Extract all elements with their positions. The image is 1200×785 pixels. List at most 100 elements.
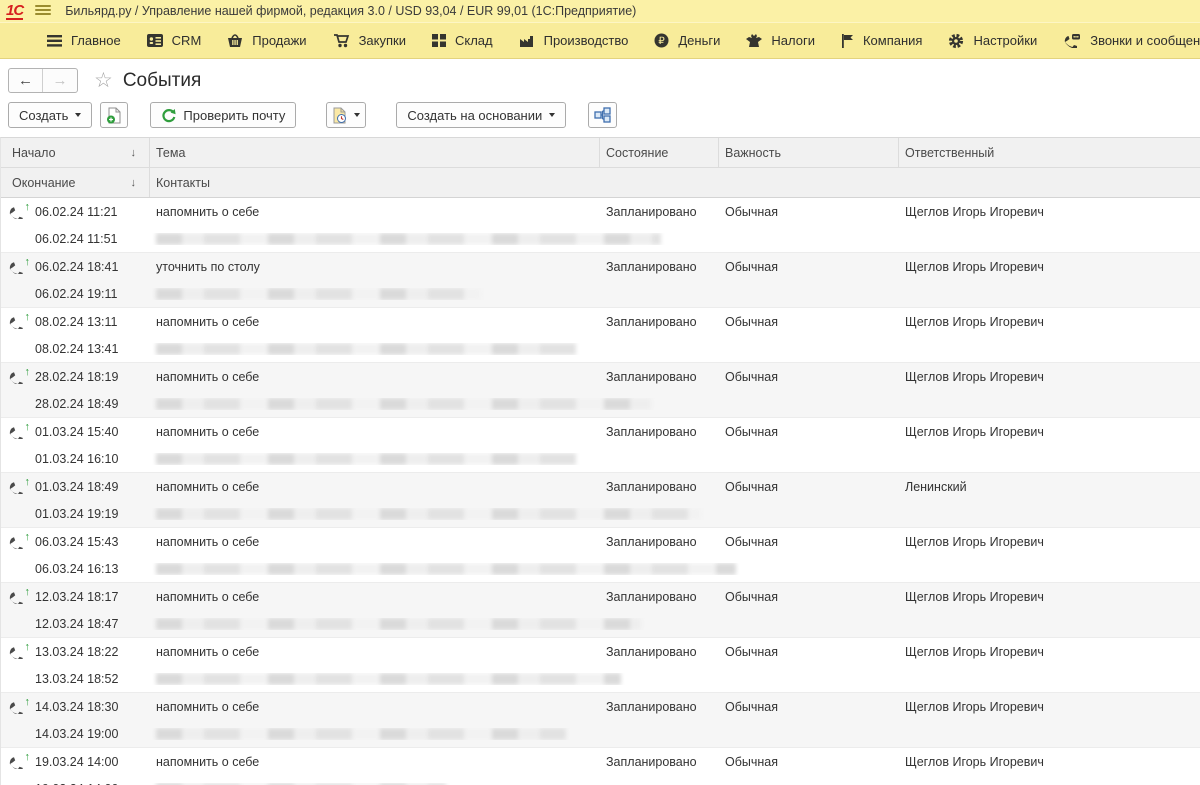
table-row[interactable]: ↑ 08.02.24 13:11 напомнить о себе Заплан… xyxy=(1,308,1200,363)
outgoing-call-icon: ↑ xyxy=(9,204,31,220)
table-row[interactable]: ↑ 12.03.24 18:17 напомнить о себе Заплан… xyxy=(1,583,1200,638)
table-row[interactable]: ↑ 13.03.24 18:22 напомнить о себе Заплан… xyxy=(1,638,1200,693)
create-button[interactable]: Создать xyxy=(8,102,92,128)
event-importance: Обычная xyxy=(719,315,899,329)
back-button[interactable]: ← xyxy=(9,69,43,92)
event-state: Запланировано xyxy=(600,590,719,604)
redacted-contacts xyxy=(156,343,576,355)
table-row[interactable]: ↑ 01.03.24 15:40 напомнить о себе Заплан… xyxy=(1,418,1200,473)
event-responsible: Ленинский xyxy=(899,480,1200,494)
event-start: 06.02.24 11:21 xyxy=(35,205,117,219)
event-end: 19.03.24 14:00 xyxy=(1,782,150,785)
menu-item-zakupki[interactable]: Закупки xyxy=(320,23,419,58)
dropdown-caret-icon xyxy=(75,113,81,117)
list-toolbar: Создать Проверить почту Создать на основ… xyxy=(0,95,1200,137)
crm-card-icon xyxy=(147,34,163,47)
event-importance: Обычная xyxy=(719,645,899,659)
event-importance: Обычная xyxy=(719,260,899,274)
phone-message-icon xyxy=(1063,33,1081,48)
table-row[interactable]: ↑ 06.02.24 11:21 напомнить о себе Заплан… xyxy=(1,198,1200,253)
event-start: 06.03.24 15:43 xyxy=(35,535,118,549)
event-subject: напомнить о себе xyxy=(150,590,600,604)
menu-item-dengi[interactable]: ₽ Деньги xyxy=(641,23,733,58)
column-header-responsible[interactable]: Ответственный xyxy=(899,138,1200,167)
cart-icon xyxy=(333,34,350,48)
menu-item-kompaniya[interactable]: Компания xyxy=(828,23,936,58)
column-header-state[interactable]: Состояние xyxy=(600,138,719,167)
event-responsible: Щеглов Игорь Игоревич xyxy=(899,645,1200,659)
ruble-icon: ₽ xyxy=(654,33,669,48)
related-documents-button[interactable] xyxy=(588,102,617,128)
event-end: 28.02.24 18:49 xyxy=(1,397,150,411)
outgoing-call-icon: ↑ xyxy=(9,534,31,550)
event-responsible: Щеглов Игорь Игоревич xyxy=(899,590,1200,604)
column-header-subject[interactable]: Тема xyxy=(150,138,600,167)
event-state: Запланировано xyxy=(600,315,719,329)
check-mail-button[interactable]: Проверить почту xyxy=(150,102,296,128)
event-subject: напомнить о себе xyxy=(150,535,600,549)
factory-icon xyxy=(519,34,535,47)
page-title: События xyxy=(123,70,201,92)
event-responsible: Щеглов Игорь Игоревич xyxy=(899,260,1200,274)
redacted-contacts xyxy=(156,673,621,685)
sort-desc-icon: ↓ xyxy=(131,147,137,159)
refresh-icon xyxy=(161,108,176,123)
create-based-on-button[interactable]: Создать на основании xyxy=(396,102,566,128)
event-subject: уточнить по столу xyxy=(150,260,600,274)
table-row[interactable]: ↑ 14.03.24 18:30 напомнить о себе Заплан… xyxy=(1,693,1200,748)
favorite-star-icon[interactable]: ☆ xyxy=(94,71,113,91)
forward-button[interactable]: → xyxy=(43,69,77,92)
main-menu-icon[interactable] xyxy=(35,5,51,17)
eagle-icon xyxy=(746,34,762,48)
menu-item-nalogi[interactable]: Налоги xyxy=(733,23,828,58)
menu-item-proizvodstvo[interactable]: Производство xyxy=(506,23,642,58)
menu-item-nastroyki[interactable]: Настройки xyxy=(935,23,1050,58)
table-row[interactable]: ↑ 28.02.24 18:19 напомнить о себе Заплан… xyxy=(1,363,1200,418)
column-header-end[interactable]: Окончание ↓ xyxy=(1,168,150,197)
event-state: Запланировано xyxy=(600,370,719,384)
event-subject: напомнить о себе xyxy=(150,205,600,219)
sort-desc-icon: ↓ xyxy=(131,177,137,189)
table-header-row-1: Начало ↓ Тема Состояние Важность Ответст… xyxy=(1,138,1200,168)
sections-panel: Главное CRM Продажи Закупки Склад Произв… xyxy=(0,22,1200,59)
event-state: Запланировано xyxy=(600,260,719,274)
event-end: 01.03.24 19:19 xyxy=(1,507,150,521)
menu-item-sklad[interactable]: Склад xyxy=(419,23,506,58)
column-header-contacts[interactable]: Контакты xyxy=(150,168,1200,197)
event-state: Запланировано xyxy=(600,205,719,219)
event-subject: напомнить о себе xyxy=(150,315,600,329)
reminder-document-button[interactable] xyxy=(326,102,366,128)
event-importance: Обычная xyxy=(719,425,899,439)
flag-icon xyxy=(841,34,854,48)
window-title: Бильярд.ру / Управление нашей фирмой, ре… xyxy=(65,4,636,18)
event-responsible: Щеглов Игорь Игоревич xyxy=(899,700,1200,714)
outgoing-call-icon: ↑ xyxy=(9,754,31,770)
redacted-contacts xyxy=(156,728,566,740)
table-row[interactable]: ↑ 06.03.24 15:43 напомнить о себе Заплан… xyxy=(1,528,1200,583)
table-row[interactable]: ↑ 19.03.24 14:00 напомнить о себе Заплан… xyxy=(1,748,1200,785)
outgoing-call-icon: ↑ xyxy=(9,369,31,385)
table-row[interactable]: ↑ 01.03.24 18:49 напомнить о себе Заплан… xyxy=(1,473,1200,528)
redacted-contacts xyxy=(156,618,641,630)
event-responsible: Щеглов Игорь Игоревич xyxy=(899,535,1200,549)
menu-item-prodazhi[interactable]: Продажи xyxy=(214,23,319,58)
new-document-button[interactable] xyxy=(100,102,128,128)
table-row[interactable]: ↑ 06.02.24 18:41 уточнить по столу Запла… xyxy=(1,253,1200,308)
redacted-contacts xyxy=(156,288,481,300)
table-body: ↑ 06.02.24 11:21 напомнить о себе Заплан… xyxy=(1,198,1200,785)
column-header-importance[interactable]: Важность xyxy=(719,138,899,167)
event-start: 06.02.24 18:41 xyxy=(35,260,118,274)
menu-item-crm[interactable]: CRM xyxy=(134,23,215,58)
1c-logo: 1С xyxy=(6,3,23,20)
column-header-start[interactable]: Начало ↓ xyxy=(1,138,150,167)
svg-text:₽: ₽ xyxy=(659,36,666,47)
event-subject: напомнить о себе xyxy=(150,755,600,769)
menu-item-glavnoe[interactable]: Главное xyxy=(34,23,134,58)
event-importance: Обычная xyxy=(719,590,899,604)
event-subject: напомнить о себе xyxy=(150,645,600,659)
event-start: 14.03.24 18:30 xyxy=(35,700,118,714)
event-end: 06.02.24 11:51 xyxy=(1,232,150,246)
event-end: 12.03.24 18:47 xyxy=(1,617,150,631)
event-importance: Обычная xyxy=(719,755,899,769)
menu-item-zvonki[interactable]: Звонки и сообщения xyxy=(1050,23,1200,58)
